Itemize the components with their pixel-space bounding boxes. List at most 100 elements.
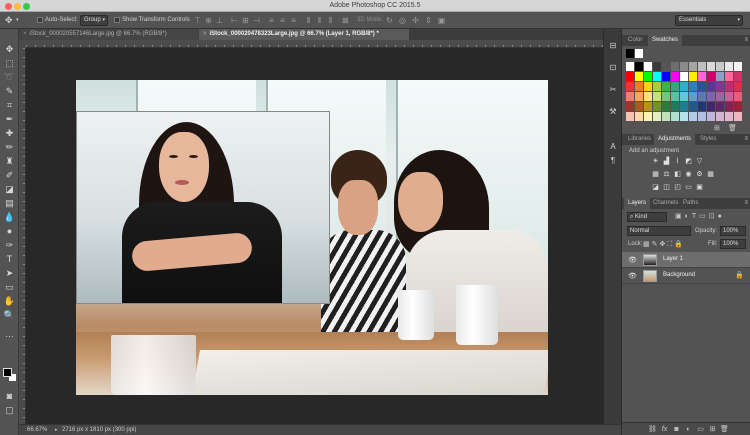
gradient-tool-icon[interactable]: ▤ bbox=[3, 198, 16, 209]
layer-filter-icons[interactable]: ▣◐T▭⊡● bbox=[675, 212, 725, 220]
align-left-icon[interactable]: ⊢ bbox=[230, 16, 239, 25]
move-tool-icon[interactable]: ✥ bbox=[5, 15, 13, 26]
eye-icon[interactable]: 👁 bbox=[628, 256, 637, 264]
healing-brush-tool-icon[interactable]: ✚ bbox=[3, 128, 16, 139]
swatch[interactable] bbox=[707, 62, 715, 71]
swatch[interactable] bbox=[626, 62, 634, 71]
swatch[interactable] bbox=[626, 102, 634, 111]
layer-filter-dropdown[interactable]: ⌕ Kind bbox=[627, 212, 667, 222]
swatch[interactable] bbox=[716, 82, 724, 91]
swatch[interactable] bbox=[626, 112, 634, 121]
new-layer-icon[interactable]: ⊞ bbox=[708, 425, 717, 434]
workspace-dropdown[interactable]: Essentials ▾ bbox=[675, 15, 743, 26]
ruler-origin[interactable] bbox=[19, 40, 26, 48]
distribute-hcenter-icon[interactable]: ⫴ bbox=[315, 16, 324, 25]
close-tab-icon[interactable]: × bbox=[23, 29, 27, 40]
fill-field[interactable]: 100% bbox=[720, 239, 746, 249]
distribute-bottom-icon[interactable]: ≡ bbox=[289, 16, 298, 25]
distribute-top-icon[interactable]: ≡ bbox=[267, 16, 276, 25]
swatch[interactable] bbox=[689, 62, 697, 71]
add-mask-icon[interactable]: ◙ bbox=[672, 425, 681, 434]
quick-mask-icon[interactable]: ◙ bbox=[3, 391, 16, 402]
swatch[interactable] bbox=[644, 72, 652, 81]
levels-icon[interactable]: ▟ bbox=[662, 157, 671, 166]
zoom-level[interactable]: 66.67% bbox=[27, 425, 47, 435]
swatch[interactable] bbox=[725, 72, 733, 81]
swatch[interactable] bbox=[716, 72, 724, 81]
layer-1-image[interactable] bbox=[76, 111, 330, 304]
brush-panel-icon[interactable]: ✂ bbox=[608, 85, 618, 95]
align-vertical-center-icon[interactable]: ⊕ bbox=[204, 16, 213, 25]
selective-color-icon[interactable]: ▣ bbox=[695, 183, 704, 192]
swatch[interactable] bbox=[626, 49, 634, 58]
swatch[interactable] bbox=[644, 102, 652, 111]
clone-stamp-tool-icon[interactable]: ♜ bbox=[3, 156, 16, 167]
3d-pan-icon[interactable]: ✣ bbox=[411, 16, 420, 25]
tab-paths[interactable]: Paths bbox=[679, 198, 702, 209]
align-right-icon[interactable]: ⊣ bbox=[252, 16, 261, 25]
link-layers-icon[interactable]: ⛓ bbox=[648, 425, 657, 434]
3d-rotate-icon[interactable]: ↻ bbox=[385, 16, 394, 25]
swatch[interactable] bbox=[671, 112, 679, 121]
3d-scale-icon[interactable]: ▣ bbox=[437, 16, 446, 25]
canvas-area[interactable] bbox=[26, 48, 621, 424]
eyedropper-tool-icon[interactable]: ✒ bbox=[3, 114, 16, 125]
gradient-map-icon[interactable]: ▭ bbox=[684, 183, 693, 192]
swatch[interactable] bbox=[662, 82, 670, 91]
close-tab-icon[interactable]: × bbox=[203, 29, 207, 40]
dodge-tool-icon[interactable]: ● bbox=[3, 226, 16, 237]
swatch[interactable] bbox=[653, 112, 661, 121]
swatch[interactable] bbox=[635, 72, 643, 81]
swatch[interactable] bbox=[653, 102, 661, 111]
horizontal-ruler[interactable] bbox=[26, 40, 621, 48]
swatch[interactable] bbox=[671, 92, 679, 101]
tab-channels[interactable]: Channels bbox=[649, 198, 682, 209]
rectangle-tool-icon[interactable]: ▭ bbox=[3, 282, 16, 293]
character-panel-icon[interactable]: A bbox=[608, 142, 618, 152]
tab-libraries[interactable]: Libraries bbox=[624, 134, 655, 145]
distribute-vcenter-icon[interactable]: ≡ bbox=[278, 16, 287, 25]
properties-panel-icon[interactable]: ⊡ bbox=[608, 63, 618, 73]
photo-filter-icon[interactable]: ◉ bbox=[684, 170, 693, 179]
tab-styles[interactable]: Styles bbox=[696, 134, 720, 145]
swatch[interactable] bbox=[626, 92, 634, 101]
swatch[interactable] bbox=[707, 92, 715, 101]
tab-swatches[interactable]: Swatches bbox=[648, 35, 683, 46]
swatch[interactable] bbox=[734, 72, 742, 81]
document-tab-2[interactable]: × iStock_000020478323Large.jpg @ 66.7% (L… bbox=[199, 29, 409, 40]
swatch[interactable] bbox=[626, 72, 634, 81]
swatch[interactable] bbox=[707, 82, 715, 91]
swatch[interactable] bbox=[707, 102, 715, 111]
swatch[interactable] bbox=[635, 62, 643, 71]
document-info[interactable]: 2716 px x 1810 px (300 ppi) bbox=[62, 425, 136, 435]
swatch[interactable] bbox=[689, 82, 697, 91]
show-transform-controls-checkbox[interactable] bbox=[114, 17, 120, 23]
swatch[interactable] bbox=[716, 112, 724, 121]
swatch[interactable] bbox=[734, 112, 742, 121]
type-tool-icon[interactable]: T bbox=[3, 254, 16, 265]
swatch[interactable] bbox=[680, 102, 688, 111]
hand-tool-icon[interactable]: ✋ bbox=[3, 296, 16, 307]
swatch[interactable] bbox=[725, 62, 733, 71]
document-tab-1[interactable]: × iStock_000020557146Large.jpg @ 66.7% (R… bbox=[19, 29, 199, 40]
swatch[interactable] bbox=[635, 82, 643, 91]
swatch[interactable] bbox=[716, 62, 724, 71]
channel-mixer-icon[interactable]: ⚙ bbox=[695, 170, 704, 179]
swatch[interactable] bbox=[653, 72, 661, 81]
lock-icon[interactable]: 🔒 bbox=[735, 271, 744, 279]
black-white-icon[interactable]: ◧ bbox=[673, 170, 682, 179]
3d-slide-icon[interactable]: ⇕ bbox=[424, 16, 433, 25]
auto-select-dropdown[interactable]: Group ▾ bbox=[80, 15, 108, 26]
invert-icon[interactable]: ◪ bbox=[651, 183, 660, 192]
crop-tool-icon[interactable]: ⌗ bbox=[3, 100, 16, 111]
swatch[interactable] bbox=[698, 62, 706, 71]
swatch[interactable] bbox=[653, 62, 661, 71]
swatch[interactable] bbox=[680, 112, 688, 121]
screen-mode-icon[interactable]: ▢ bbox=[3, 405, 16, 416]
auto-align-layers-icon[interactable]: ⊠ bbox=[341, 16, 350, 25]
swatch[interactable] bbox=[680, 62, 688, 71]
align-bottom-icon[interactable]: ⊥ bbox=[215, 16, 224, 25]
swatch[interactable] bbox=[644, 82, 652, 91]
swatch[interactable] bbox=[653, 82, 661, 91]
swatch[interactable] bbox=[671, 62, 679, 71]
